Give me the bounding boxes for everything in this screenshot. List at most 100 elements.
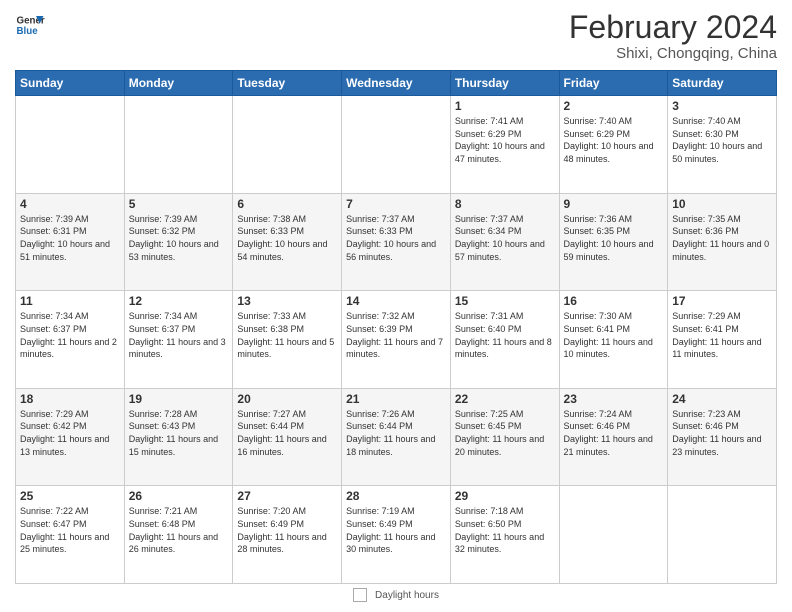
day-info: Sunrise: 7:31 AM Sunset: 6:40 PM Dayligh… (455, 310, 555, 360)
calendar-cell: 25Sunrise: 7:22 AM Sunset: 6:47 PM Dayli… (16, 486, 125, 584)
calendar-cell: 16 Sunrise: 7:30 AM Sunset: 6:41 PM Dayli… (559, 291, 668, 389)
day-info: Sunrise: 7:19 AM Sunset: 6:49 PM Dayligh… (346, 505, 446, 555)
day-info: Sunrise: 7:35 AM Sunset: 6:36 PM Dayligh… (672, 213, 772, 263)
legend-daylight-box (353, 588, 367, 602)
page: General Blue February 2024 Shixi, Chongq… (0, 0, 792, 612)
day-info: Sunrise: 7:20 AM Sunset: 6:49 PM Dayligh… (237, 505, 337, 555)
calendar-cell: 28Sunrise: 7:19 AM Sunset: 6:49 PM Dayli… (342, 486, 451, 584)
day-info: Sunrise: 7:27 AM Sunset: 6:44 PM Dayligh… (237, 408, 337, 458)
day-info: Sunrise: 7:26 AM Sunset: 6:44 PM Dayligh… (346, 408, 446, 458)
calendar-cell (233, 96, 342, 194)
day-number: 2 (564, 99, 664, 113)
calendar-cell: 21 Sunrise: 7:26 AM Sunset: 6:44 PM Dayli… (342, 388, 451, 486)
legend: Daylight hours (15, 588, 777, 602)
day-info: Sunrise: 7:34 AM Sunset: 6:37 PM Dayligh… (20, 310, 120, 360)
day-info: Sunrise: 7:25 AM Sunset: 6:45 PM Dayligh… (455, 408, 555, 458)
day-info: Sunrise: 7:32 AM Sunset: 6:39 PM Dayligh… (346, 310, 446, 360)
day-info: Sunrise: 7:29 AM Sunset: 6:42 PM Dayligh… (20, 408, 120, 458)
day-info: Sunrise: 7:38 AM Sunset: 6:33 PM Dayligh… (237, 213, 337, 263)
day-info: Sunrise: 7:23 AM Sunset: 6:46 PM Dayligh… (672, 408, 772, 458)
day-info: Sunrise: 7:29 AM Sunset: 6:41 PM Dayligh… (672, 310, 772, 360)
day-number: 11 (20, 294, 120, 308)
day-info: Sunrise: 7:39 AM Sunset: 6:32 PM Dayligh… (129, 213, 229, 263)
day-info: Sunrise: 7:41 AM Sunset: 6:29 PM Dayligh… (455, 115, 555, 165)
week-row-3: 18 Sunrise: 7:29 AM Sunset: 6:42 PM Dayli… (16, 388, 777, 486)
calendar-cell: 24 Sunrise: 7:23 AM Sunset: 6:46 PM Dayli… (668, 388, 777, 486)
day-number: 9 (564, 197, 664, 211)
col-header-thursday: Thursday (450, 71, 559, 96)
day-info: Sunrise: 7:30 AM Sunset: 6:41 PM Dayligh… (564, 310, 664, 360)
day-number: 19 (129, 392, 229, 406)
col-header-wednesday: Wednesday (342, 71, 451, 96)
calendar-cell: 14 Sunrise: 7:32 AM Sunset: 6:39 PM Dayli… (342, 291, 451, 389)
day-info: Sunrise: 7:34 AM Sunset: 6:37 PM Dayligh… (129, 310, 229, 360)
day-number: 10 (672, 197, 772, 211)
day-info: Sunrise: 7:28 AM Sunset: 6:43 PM Dayligh… (129, 408, 229, 458)
col-header-saturday: Saturday (668, 71, 777, 96)
day-info: Sunrise: 7:39 AM Sunset: 6:31 PM Dayligh… (20, 213, 120, 263)
calendar-cell: 23Sunrise: 7:24 AM Sunset: 6:46 PM Dayli… (559, 388, 668, 486)
day-info: Sunrise: 7:33 AM Sunset: 6:38 PM Dayligh… (237, 310, 337, 360)
calendar-cell: 2Sunrise: 7:40 AM Sunset: 6:29 PM Daylig… (559, 96, 668, 194)
day-number: 23 (564, 392, 664, 406)
day-info: Sunrise: 7:40 AM Sunset: 6:30 PM Dayligh… (672, 115, 772, 165)
calendar-cell: 10 Sunrise: 7:35 AM Sunset: 6:36 PM Dayli… (668, 193, 777, 291)
svg-text:Blue: Blue (17, 26, 39, 37)
week-row-2: 11 Sunrise: 7:34 AM Sunset: 6:37 PM Dayli… (16, 291, 777, 389)
day-number: 15 (455, 294, 555, 308)
calendar-cell: 5 Sunrise: 7:39 AM Sunset: 6:32 PM Daylig… (124, 193, 233, 291)
calendar-cell (668, 486, 777, 584)
logo-icon: General Blue (15, 10, 45, 40)
calendar-cell: 22Sunrise: 7:25 AM Sunset: 6:45 PM Dayli… (450, 388, 559, 486)
day-number: 1 (455, 99, 555, 113)
calendar-cell (559, 486, 668, 584)
day-number: 4 (20, 197, 120, 211)
day-number: 27 (237, 489, 337, 503)
week-row-1: 4 Sunrise: 7:39 AM Sunset: 6:31 PM Daylig… (16, 193, 777, 291)
calendar-cell: 20Sunrise: 7:27 AM Sunset: 6:44 PM Dayli… (233, 388, 342, 486)
location-subtitle: Shixi, Chongqing, China (569, 45, 777, 62)
calendar-cell: 19 Sunrise: 7:28 AM Sunset: 6:43 PM Dayli… (124, 388, 233, 486)
col-header-friday: Friday (559, 71, 668, 96)
calendar-cell: 9 Sunrise: 7:36 AM Sunset: 6:35 PM Daylig… (559, 193, 668, 291)
calendar-cell (342, 96, 451, 194)
day-number: 17 (672, 294, 772, 308)
logo: General Blue (15, 10, 45, 40)
day-number: 18 (20, 392, 120, 406)
day-number: 13 (237, 294, 337, 308)
day-number: 14 (346, 294, 446, 308)
week-row-0: 1 Sunrise: 7:41 AM Sunset: 6:29 PM Daylig… (16, 96, 777, 194)
day-number: 25 (20, 489, 120, 503)
calendar-cell: 8 Sunrise: 7:37 AM Sunset: 6:34 PM Daylig… (450, 193, 559, 291)
day-number: 7 (346, 197, 446, 211)
header: General Blue February 2024 Shixi, Chongq… (15, 10, 777, 62)
day-number: 21 (346, 392, 446, 406)
calendar-cell: 1 Sunrise: 7:41 AM Sunset: 6:29 PM Daylig… (450, 96, 559, 194)
calendar-cell: 18 Sunrise: 7:29 AM Sunset: 6:42 PM Dayli… (16, 388, 125, 486)
month-title: February 2024 (569, 10, 777, 45)
day-number: 5 (129, 197, 229, 211)
day-info: Sunrise: 7:36 AM Sunset: 6:35 PM Dayligh… (564, 213, 664, 263)
calendar-cell: 7Sunrise: 7:37 AM Sunset: 6:33 PM Daylig… (342, 193, 451, 291)
day-number: 26 (129, 489, 229, 503)
day-info: Sunrise: 7:18 AM Sunset: 6:50 PM Dayligh… (455, 505, 555, 555)
day-number: 29 (455, 489, 555, 503)
week-row-4: 25Sunrise: 7:22 AM Sunset: 6:47 PM Dayli… (16, 486, 777, 584)
day-number: 12 (129, 294, 229, 308)
col-header-tuesday: Tuesday (233, 71, 342, 96)
calendar-cell: 26Sunrise: 7:21 AM Sunset: 6:48 PM Dayli… (124, 486, 233, 584)
legend-daylight-label: Daylight hours (375, 590, 439, 601)
calendar-cell: 3Sunrise: 7:40 AM Sunset: 6:30 PM Daylig… (668, 96, 777, 194)
calendar-table: SundayMondayTuesdayWednesdayThursdayFrid… (15, 70, 777, 584)
day-info: Sunrise: 7:37 AM Sunset: 6:34 PM Dayligh… (455, 213, 555, 263)
calendar-cell: 12 Sunrise: 7:34 AM Sunset: 6:37 PM Dayli… (124, 291, 233, 389)
calendar-cell: 11 Sunrise: 7:34 AM Sunset: 6:37 PM Dayli… (16, 291, 125, 389)
calendar-cell: 17 Sunrise: 7:29 AM Sunset: 6:41 PM Dayli… (668, 291, 777, 389)
calendar-cell (124, 96, 233, 194)
day-number: 16 (564, 294, 664, 308)
calendar-cell: 29 Sunrise: 7:18 AM Sunset: 6:50 PM Dayli… (450, 486, 559, 584)
calendar-cell: 27 Sunrise: 7:20 AM Sunset: 6:49 PM Dayli… (233, 486, 342, 584)
col-header-monday: Monday (124, 71, 233, 96)
day-number: 24 (672, 392, 772, 406)
day-number: 8 (455, 197, 555, 211)
